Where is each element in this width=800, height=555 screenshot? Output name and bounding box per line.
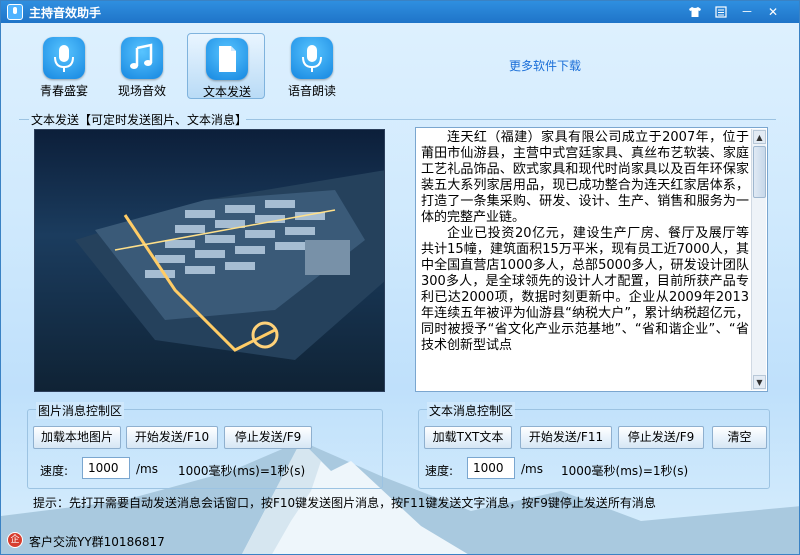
speed-unit: /ms	[136, 462, 158, 476]
image-control-group: 图片消息控制区 加载本地图片 开始发送/F10 停止发送/F9 速度: 1000…	[27, 402, 383, 489]
shirt-icon[interactable]	[685, 4, 705, 20]
tool-wenben[interactable]: 文本发送	[187, 33, 265, 99]
tool-label: 语音朗读	[287, 84, 336, 98]
stop-send-text-button[interactable]: 停止发送/F9	[618, 426, 704, 449]
hint-text: 提示：先打开需要自动发送消息会话窗口，按F10键发送图片消息，按F11键发送文字…	[33, 496, 656, 510]
microphone-icon	[291, 37, 333, 79]
speed-label: 速度:	[40, 464, 69, 478]
window-title: 主持音效助手	[29, 6, 102, 20]
microphone-icon	[43, 37, 85, 79]
stop-send-image-button[interactable]: 停止发送/F9	[224, 426, 312, 449]
text-content-area[interactable]: 连天红（福建）家具有限公司成立于2007年，位于莆田市仙游县，主营中式宫廷家具、…	[415, 127, 768, 392]
menu-icon[interactable]	[711, 4, 731, 20]
vertical-scrollbar[interactable]: ▲ ▼	[751, 129, 766, 390]
group-title: 图片消息控制区	[36, 402, 125, 419]
qq-group-icon: 企	[7, 532, 23, 548]
group-title: 文本消息控制区	[427, 402, 516, 419]
text-speed-input[interactable]: 1000	[467, 457, 515, 479]
section-divider	[246, 119, 776, 120]
app-icon	[7, 4, 23, 20]
text-control-group: 文本消息控制区 加载TXT文本 开始发送/F11 停止发送/F9 清空 速度: …	[418, 402, 770, 489]
tool-yuyin[interactable]: 语音朗读	[273, 33, 351, 99]
speed-note: 1000毫秒(ms)=1秒(s)	[178, 464, 306, 478]
title-bar: 主持音效助手 － ✕	[1, 1, 799, 23]
text-paragraph: 企业已投资20亿元，建设生产厂房、餐厅及展厅等共计15幢，建筑面积15万平米，现…	[421, 226, 749, 353]
tool-label: 文本发送	[202, 85, 251, 99]
scroll-up-arrow-icon[interactable]: ▲	[753, 130, 766, 144]
music-note-icon	[121, 37, 163, 79]
tool-label: 现场音效	[117, 84, 166, 98]
app-window: 主持音效助手 － ✕ 青春盛宴 现场音效 文本发送 语音朗读 更多软件下载 文本…	[0, 0, 800, 555]
speed-label: 速度:	[425, 464, 454, 478]
tool-qingchun[interactable]: 青春盛宴	[25, 33, 103, 99]
tool-label: 青春盛宴	[39, 84, 88, 98]
text-paragraph: 连天红（福建）家具有限公司成立于2007年，位于莆田市仙游县，主营中式宫廷家具、…	[421, 130, 749, 225]
clear-button[interactable]: 清空	[712, 426, 767, 449]
load-image-button[interactable]: 加载本地图片	[33, 426, 121, 449]
customer-group-text[interactable]: 客户交流YY群10186817	[29, 533, 165, 550]
speed-unit: /ms	[521, 462, 543, 476]
section-divider	[19, 119, 29, 120]
more-software-link[interactable]: 更多软件下载	[509, 57, 581, 74]
preview-image	[34, 129, 385, 392]
scroll-thumb[interactable]	[753, 146, 766, 198]
start-send-image-button[interactable]: 开始发送/F10	[126, 426, 218, 449]
image-speed-input[interactable]: 1000	[82, 457, 130, 479]
speed-note: 1000毫秒(ms)=1秒(s)	[561, 464, 689, 478]
status-bar: 企 客户交流YY群10186817	[1, 528, 799, 554]
start-send-text-button[interactable]: 开始发送/F11	[520, 426, 612, 449]
text-content: 连天红（福建）家具有限公司成立于2007年，位于莆田市仙游县，主营中式宫廷家具、…	[418, 130, 752, 389]
tool-xianchang[interactable]: 现场音效	[103, 33, 181, 99]
load-txt-button[interactable]: 加载TXT文本	[424, 426, 512, 449]
close-button[interactable]: ✕	[763, 4, 783, 20]
document-icon	[206, 38, 248, 80]
section-title: 文本发送【可定时发送图片、文本消息】	[31, 113, 248, 127]
scroll-down-arrow-icon[interactable]: ▼	[753, 375, 766, 389]
minimize-button[interactable]: －	[737, 4, 757, 20]
toolbar: 青春盛宴 现场音效 文本发送 语音朗读 更多软件下载	[1, 23, 799, 103]
